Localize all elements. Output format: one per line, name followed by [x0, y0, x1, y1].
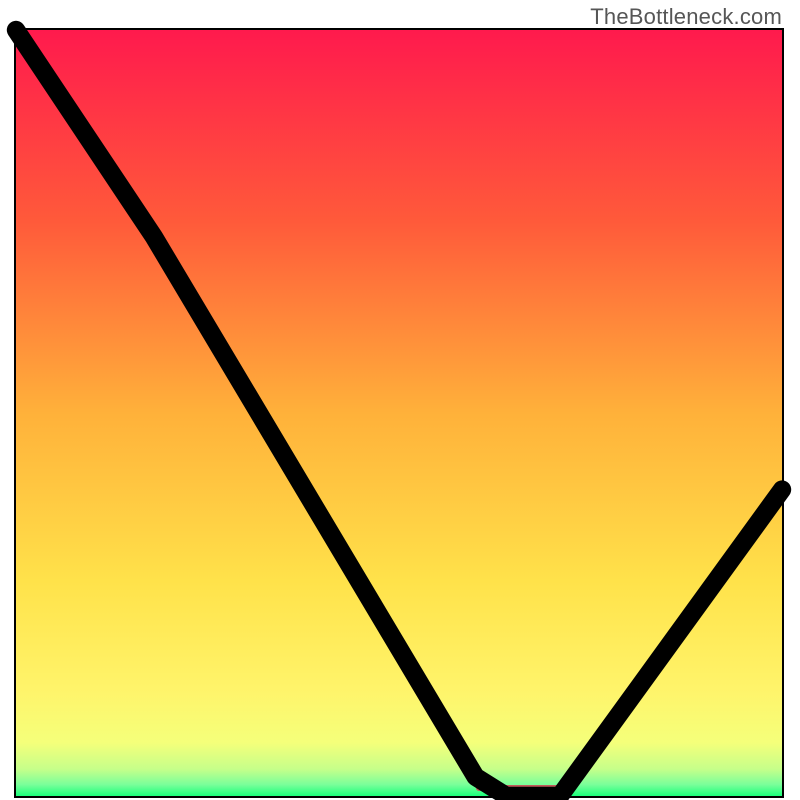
bottleneck-curve-path	[16, 30, 782, 796]
watermark-text: TheBottleneck.com	[590, 4, 782, 30]
bottleneck-curve-svg	[16, 30, 782, 796]
plot-frame	[14, 28, 784, 798]
